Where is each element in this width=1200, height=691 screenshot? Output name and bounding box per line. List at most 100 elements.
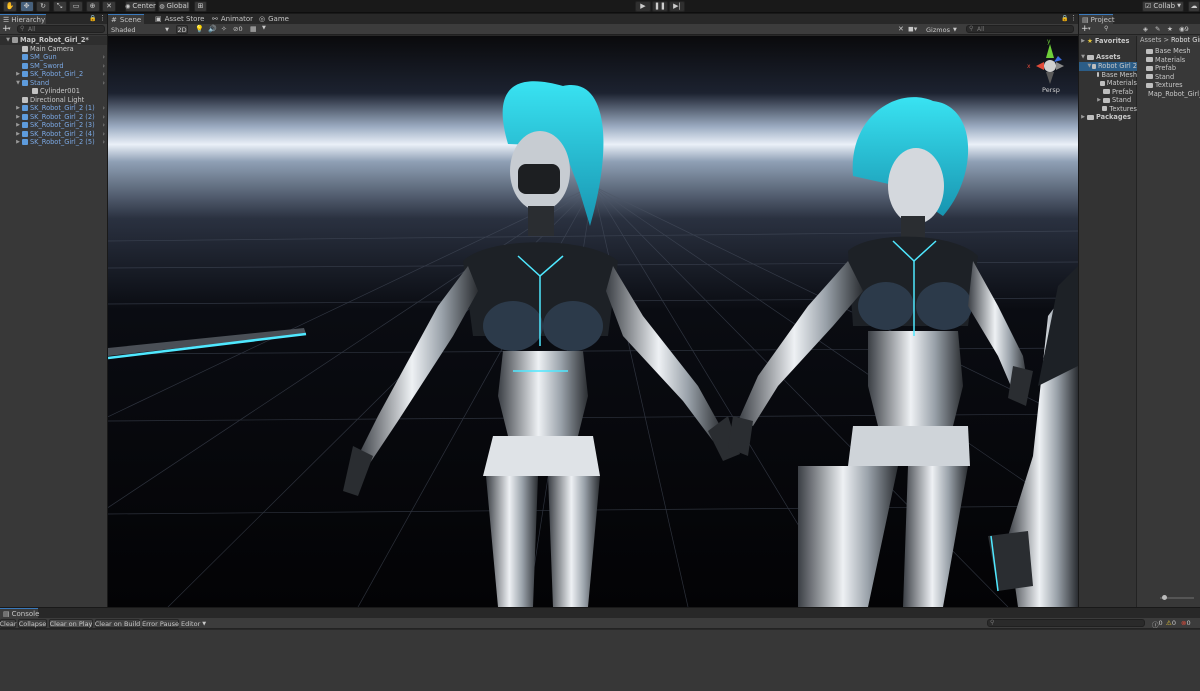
hierarchy-item[interactable]: ▶ SK_Robot_Girl_2 (4) › — [0, 130, 107, 139]
error-count-toggle[interactable]: ⊗ 0 — [1181, 619, 1191, 627]
expand-arrow-icon[interactable]: ▼ — [14, 80, 22, 86]
hierarchy-item[interactable]: ▶ SK_Robot_Girl_2 (1) › — [0, 104, 107, 113]
favorites-section[interactable]: ▶ ★ Favorites — [1079, 37, 1136, 46]
log-count-toggle[interactable]: ⓘ 0 — [1152, 619, 1163, 629]
favorite-filter-icon[interactable]: ★ — [1167, 25, 1173, 33]
prefab-open-icon[interactable]: › — [102, 138, 105, 146]
assets-expand-icon[interactable]: ▼ — [1079, 54, 1087, 60]
prefab-open-icon[interactable]: › — [102, 113, 105, 121]
hierarchy-item[interactable]: SM_Gun › — [0, 53, 107, 62]
folder-tree-item[interactable]: Prefab — [1079, 88, 1137, 97]
asset-list-item[interactable]: Prefab — [1138, 64, 1200, 73]
expand-arrow-icon[interactable]: ▶ — [14, 139, 22, 145]
tab-console[interactable]: ▤ Console — [0, 608, 39, 618]
scene-lock-icon[interactable]: 🔒 — [1061, 15, 1068, 22]
asset-list-item[interactable]: Materials — [1138, 56, 1200, 65]
play-button[interactable]: ▶ — [635, 1, 651, 12]
prefab-open-icon[interactable]: › — [102, 104, 105, 112]
filter-label-icon[interactable]: ✎ — [1155, 25, 1160, 33]
tab-animator[interactable]: ⚯ Animator — [209, 14, 256, 24]
pivot-center-toggle[interactable]: ◉ Center — [125, 1, 156, 12]
expand-arrow-icon[interactable]: ▼ — [4, 37, 12, 43]
folder-expand-icon[interactable]: ▶ — [1095, 97, 1103, 103]
icon-size-slider[interactable] — [1160, 595, 1194, 600]
folder-tree-item[interactable]: ▶ Stand — [1079, 96, 1137, 105]
prefab-open-icon[interactable]: › — [102, 53, 105, 61]
gizmos-dropdown[interactable]: Gizmos ▼ — [926, 25, 962, 34]
expand-arrow-icon[interactable]: ▶ — [14, 114, 22, 120]
packages-expand-icon[interactable]: ▶ — [1079, 114, 1087, 120]
hierarchy-item[interactable]: ▼ Map_Robot_Girl_2* — [0, 36, 107, 45]
folder-tree-item[interactable]: Textures — [1079, 105, 1137, 114]
folder-tree-item[interactable]: Base Mesh — [1079, 71, 1137, 80]
console-error-pause-button[interactable]: Error Pause — [142, 619, 179, 628]
assets-section[interactable]: ▼ Assets — [1079, 53, 1136, 62]
hand-tool[interactable]: ✋ — [3, 1, 17, 12]
rect-tool[interactable]: ▭ — [69, 1, 83, 12]
project-create-dropdown-icon[interactable]: ▾ — [1088, 26, 1091, 32]
packages-section[interactable]: ▶ Packages — [1079, 113, 1136, 122]
hierarchy-item[interactable]: ▼ Stand › — [0, 79, 107, 88]
lighting-toggle-icon[interactable]: 💡 — [195, 25, 204, 33]
breadcrumb-root[interactable]: Assets — [1140, 36, 1161, 44]
grid-snap-button[interactable]: ⊞ — [194, 1, 207, 12]
hidden-objects-toggle[interactable]: ⊘ 0 — [233, 25, 243, 33]
pivot-global-toggle[interactable]: ◍ Global — [158, 1, 190, 12]
slider-thumb[interactable] — [1162, 595, 1167, 600]
hierarchy-item[interactable]: ▶ SK_Robot_Girl_2 › — [0, 70, 107, 79]
hierarchy-item[interactable]: ▶ SK_Robot_Girl_2 (3) › — [0, 121, 107, 130]
grid-toggle-icon[interactable]: ▦ — [250, 25, 257, 33]
prefab-open-icon[interactable]: › — [102, 79, 105, 87]
custom-tool[interactable]: ✕ — [102, 1, 116, 12]
tab-asset-store[interactable]: ▣ Asset Store — [152, 14, 208, 24]
breadcrumb-current[interactable]: Robot Girl 2 — [1171, 36, 1200, 44]
console-search-input[interactable]: ⚲ — [987, 619, 1145, 627]
asset-list-item[interactable]: Base Mesh — [1138, 47, 1200, 56]
hierarchy-item[interactable]: SM_Sword › — [0, 62, 107, 71]
filter-type-icon[interactable]: ◈ — [1143, 25, 1148, 33]
expand-arrow-icon[interactable]: ▶ — [14, 71, 22, 77]
move-tool[interactable]: ✥ — [19, 1, 34, 12]
scale-tool[interactable]: ⤡ — [52, 1, 67, 12]
hierarchy-search-input[interactable]: ⚲ All — [17, 25, 105, 33]
console-clear-button[interactable]: Clear — [0, 619, 17, 628]
favorites-expand-icon[interactable]: ▶ — [1079, 38, 1087, 44]
warning-count-toggle[interactable]: ⚠ 0 — [1166, 619, 1176, 627]
prefab-open-icon[interactable]: › — [102, 62, 105, 70]
tab-game[interactable]: ◎ Game — [256, 14, 292, 24]
prefab-open-icon[interactable]: › — [102, 70, 105, 78]
hierarchy-item[interactable]: Directional Light — [0, 96, 107, 105]
expand-arrow-icon[interactable]: ▶ — [14, 131, 22, 137]
folder-tree-item[interactable]: ▼ Robot Girl 2 — [1079, 62, 1137, 71]
rotate-tool[interactable]: ↻ — [36, 1, 50, 12]
prefab-open-icon[interactable]: › — [102, 121, 105, 129]
tab-hierarchy[interactable]: ☰ Hierarchy — [0, 14, 46, 24]
hierarchy-item[interactable]: ▶ SK_Robot_Girl_2 (2) › — [0, 113, 107, 122]
pause-button[interactable]: ❚❚ — [652, 1, 668, 12]
audio-toggle-icon[interactable]: 🔊 — [208, 25, 217, 33]
tab-scene[interactable]: # Scene — [108, 14, 145, 24]
create-dropdown-icon[interactable]: ▾ — [8, 26, 11, 32]
shading-mode-dropdown[interactable]: Shaded ▼ — [109, 25, 171, 34]
transform-tool[interactable]: ⊕ — [85, 1, 100, 12]
projection-label[interactable]: Persp — [1042, 86, 1060, 94]
tools-icon[interactable]: ✕ — [898, 25, 904, 33]
hierarchy-item[interactable]: Cylinder001 — [0, 87, 107, 96]
prefab-open-icon[interactable]: › — [102, 130, 105, 138]
asset-list-item[interactable]: Textures — [1138, 81, 1200, 90]
step-button[interactable]: ▶| — [669, 1, 685, 12]
effects-toggle-icon[interactable]: ✧ — [221, 25, 227, 33]
tab-project[interactable]: ▤ Project — [1079, 14, 1115, 24]
camera-settings-icon[interactable]: ◼▾ — [908, 25, 917, 33]
editor-target-dropdown[interactable]: Editor ▼ — [181, 619, 206, 628]
asset-list-item[interactable]: Stand — [1138, 73, 1200, 82]
hidden-packages-toggle[interactable]: ◉ 9 — [1179, 25, 1189, 33]
asset-list-item[interactable]: Map_Robot_Girl_2 — [1138, 90, 1200, 99]
hierarchy-item[interactable]: ▶ SK_Robot_Girl_2 (5) › — [0, 138, 107, 147]
expand-arrow-icon[interactable]: ▶ — [14, 122, 22, 128]
scene-kebab-icon[interactable]: ⋮ — [1070, 14, 1077, 22]
console-clear-on-build-button[interactable]: Clear on Build — [95, 619, 140, 628]
mode-2d-toggle[interactable]: 2D — [176, 25, 188, 34]
console-collapse-button[interactable]: Collapse — [18, 619, 47, 628]
scene-search-input[interactable]: ⚲ All — [966, 25, 1074, 33]
